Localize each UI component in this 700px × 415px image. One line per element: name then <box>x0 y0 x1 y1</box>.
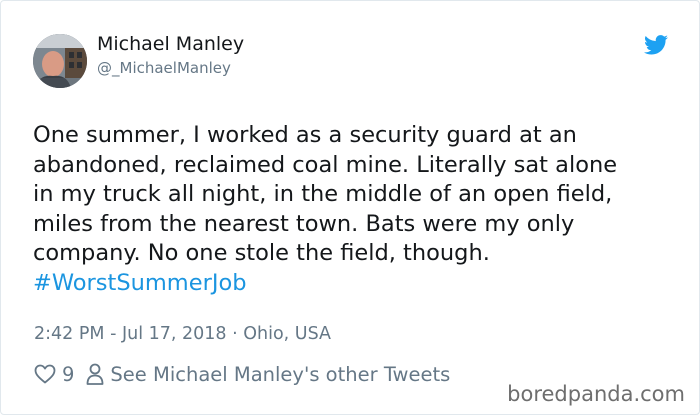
tweet-text: One summer, I worked as a security guard… <box>33 121 683 298</box>
other-tweets-link[interactable]: See Michael Manley's other Tweets <box>110 363 450 386</box>
tweet-text-line: company. No one stole the field, though. <box>33 240 490 266</box>
tweet-text-line: in my truck all night, in the middle of … <box>33 181 613 207</box>
person-icon <box>87 363 104 385</box>
hashtag-link[interactable]: #WorstSummerJob <box>33 270 247 296</box>
author-name[interactable]: Michael Manley <box>97 33 244 55</box>
like-count[interactable]: 9 <box>62 363 74 386</box>
tweet-card: Michael Manley @_MichaelManley One summe… <box>0 0 700 415</box>
tweet-text-line: miles from the nearest town. Bats were m… <box>33 210 575 237</box>
tweet-actions: 9 See Michael Manley's other Tweets <box>34 361 450 387</box>
author-handle[interactable]: @_MichaelManley <box>97 59 231 77</box>
tweet-text-line: abandoned, reclaimed coal mine. Literall… <box>33 151 618 178</box>
tweet-timestamp-location[interactable]: 2:42 PM - Jul 17, 2018 · Ohio, USA <box>34 324 331 344</box>
watermark: boredpanda.com <box>507 382 685 406</box>
avatar[interactable] <box>33 34 87 88</box>
twitter-bird-icon[interactable] <box>644 35 668 55</box>
heart-icon[interactable] <box>34 364 56 384</box>
tweet-text-line: One summer, I worked as a security guard… <box>33 122 577 148</box>
